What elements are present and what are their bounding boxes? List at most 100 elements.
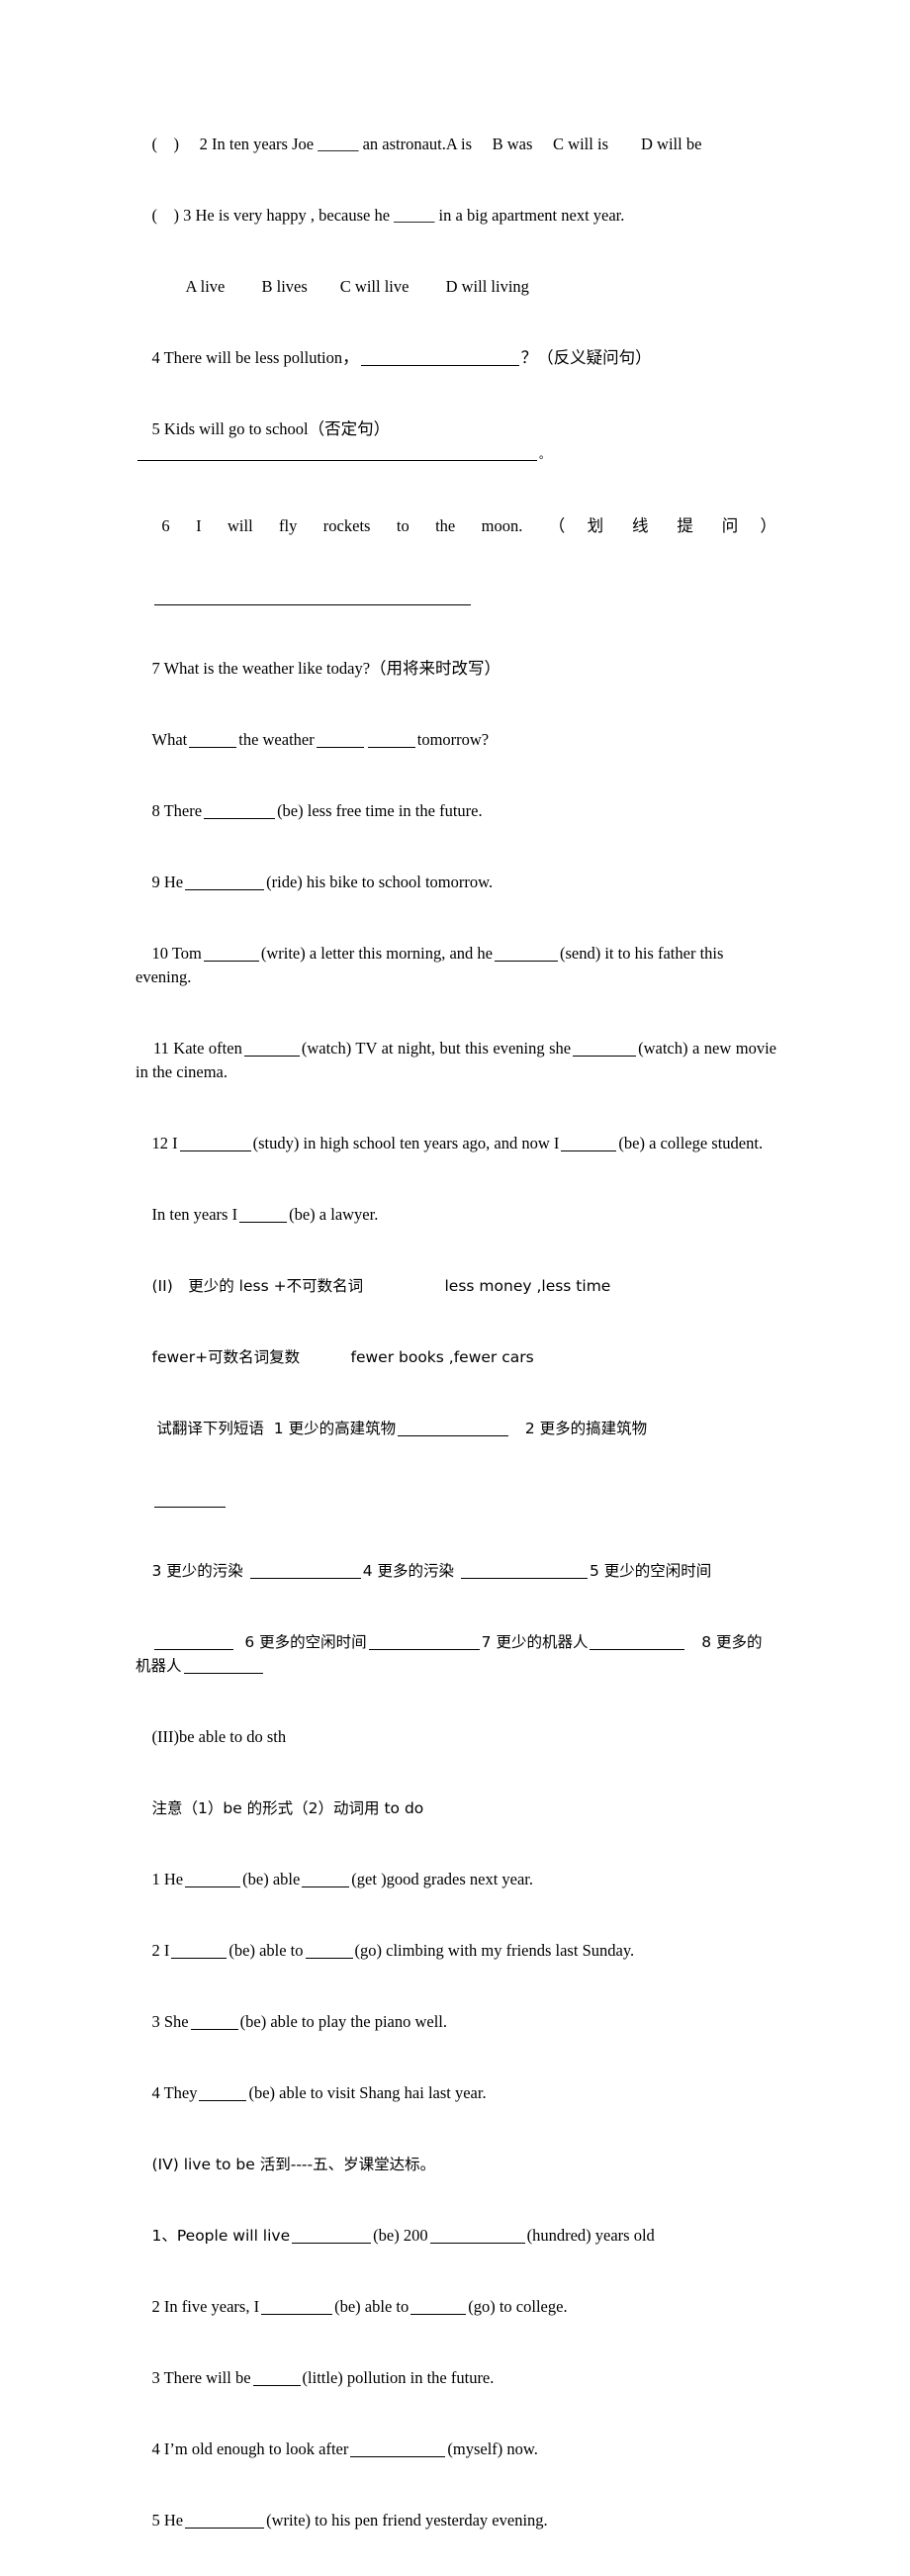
answer-blank[interactable] [153, 1494, 226, 1508]
answer-blank[interactable] [573, 1043, 637, 1057]
answer-blank[interactable] [261, 2301, 333, 2315]
question-7-text: 7 What is the weather like today?（用将来时改写… [151, 659, 501, 678]
question-6-line: 6 I will fly rockets to the moon. （ 划 线 … [136, 491, 776, 562]
question-4-line: 4 There will be less pollution， ？（反义疑问句） [136, 322, 776, 394]
answer-blank[interactable] [171, 1945, 228, 1959]
translate-item-7-label: 7 更少的机器人 [481, 1633, 589, 1651]
answer-blank[interactable] [190, 2016, 238, 2030]
answer-blank[interactable] [302, 1874, 350, 1887]
answer-blank[interactable] [292, 2230, 372, 2244]
question-3-options: A live B lives C will live D will living [136, 251, 776, 322]
answer-blank[interactable] [243, 1043, 300, 1057]
question-2-line: ( ) 2 In ten years Joe _____ an astronau… [136, 109, 776, 180]
answer-blank[interactable] [429, 2230, 525, 2244]
question-9-line: 9 He (ride) his bike to school tomorrow. [136, 847, 776, 918]
question-12-c: (be) a college student. [618, 1134, 764, 1152]
translate-item-4-label: 4 更多的污染 [362, 1562, 459, 1580]
answer-blank[interactable] [179, 1138, 251, 1151]
s3-q3-b: (be) able to play the piano well. [239, 2012, 448, 2031]
answer-blank[interactable] [460, 1565, 588, 1579]
s4-q1-c: (hundred) years old [526, 2226, 655, 2245]
answer-blank[interactable] [153, 592, 471, 605]
question-7-c: tomorrow? [416, 730, 490, 749]
answer-blank[interactable] [350, 2443, 446, 2457]
s3-question-1-line: 1 He (be) able (get )good grades next year… [136, 1844, 776, 1915]
answer-blank[interactable] [494, 948, 558, 962]
s3-question-2-line: 2 I (be) able to (go) climbing with my fri… [136, 1915, 776, 1986]
answer-blank[interactable] [189, 734, 237, 748]
question-8-a: 8 There [151, 801, 203, 820]
question-10-a: 10 Tom [151, 944, 202, 963]
section-2-subheading: fewer+可数名词复数 fewer books ,fewer cars [136, 1322, 776, 1393]
s4-q3-a: 3 There will be [151, 2368, 251, 2387]
question-10-line: 10 Tom (write) a letter this morning, and… [136, 918, 776, 1013]
s4-q2-b: (be) able to [334, 2297, 410, 2316]
translate-line-345: 3 更少的污染 4 更多的污染 5 更少的空闲时间 [136, 1535, 776, 1607]
answer-blank[interactable] [183, 1660, 263, 1674]
s3-q1-c: (get )good grades next year. [351, 1870, 534, 1888]
answer-blank[interactable] [239, 1209, 288, 1223]
question-12-a: 12 I [151, 1134, 178, 1152]
s3-q3-a: 3 She [151, 2012, 189, 2031]
s3-q2-c: (go) climbing with my friends last Sunda… [354, 1941, 635, 1960]
question-extra-line: In ten years I (be) a lawyer. [136, 1179, 776, 1250]
question-3-text: ( ) 3 He is very happy , because he ____… [151, 206, 625, 225]
s3-q4-a: 4 They [151, 2083, 198, 2102]
answer-blank[interactable] [252, 2372, 301, 2386]
question-extra-a: In ten years I [151, 1205, 238, 1224]
answer-blank[interactable] [185, 876, 265, 890]
s4-q3-b: (little) pollution in the future. [302, 2368, 495, 2387]
translate-item-3-label: 3 更少的污染 [151, 1562, 248, 1580]
question-9-a: 9 He [151, 873, 184, 891]
answer-blank[interactable] [367, 734, 415, 748]
translate-line-678: 6 更多的空闲时间 7 更少的机器人 8 更多的机器人 [136, 1607, 776, 1702]
question-5-line: 5 Kids will go to school（否定句） 。 [136, 394, 776, 491]
s4-question-4-line: 4 I’m old enough to look after (myself) n… [136, 2414, 776, 2485]
question-10-b: (write) a letter this morning, and he [260, 944, 493, 963]
section-3-note-text: 注意（1）be 的形式（2）动词用 to do [151, 1799, 424, 1817]
s3-q1-b: (be) able [242, 1870, 301, 1888]
question-3-options-text: A live B lives C will live D will living [185, 277, 529, 296]
section-3-heading: (III)be able to do sth [136, 1702, 776, 1773]
translate-instruction-line: 试翻译下列短语 1 更少的高建筑物 2 更多的搞建筑物 [136, 1393, 776, 1464]
s3-q4-b: (be) able to visit Shang hai last year. [248, 2083, 487, 2102]
answer-blank[interactable] [203, 948, 259, 962]
question-8-b: (be) less free time in the future. [277, 801, 483, 820]
section-3-heading-text: (III)be able to do sth [151, 1727, 287, 1746]
question-extra-b: (be) a lawyer. [289, 1205, 379, 1224]
question-12-line: 12 I (study) in high school ten years ago… [136, 1108, 776, 1179]
s4-question-6-line: 6 We’ ll try(learn ) English well. [136, 2556, 776, 2576]
question-7-line: 7 What is the weather like today?（用将来时改写… [136, 633, 776, 704]
answer-blank[interactable] [316, 734, 364, 748]
s4-q4-b: (myself) now. [447, 2439, 538, 2458]
answer-blank[interactable] [153, 1636, 233, 1650]
answer-blank[interactable] [360, 352, 519, 366]
answer-blank[interactable] [185, 2515, 265, 2529]
answer-blank[interactable] [137, 447, 537, 461]
answer-blank[interactable] [590, 1636, 685, 1650]
answer-blank[interactable] [398, 1423, 509, 1436]
answer-blank[interactable] [199, 2087, 247, 2101]
translate-instruction-text: 试翻译下列短语 1 更少的高建筑物 [151, 1420, 397, 1437]
s3-question-4-line: 4 They (be) able to visit Shang hai last … [136, 2058, 776, 2129]
s4-q4-a: 4 I’m old enough to look after [151, 2439, 349, 2458]
s4-q2-c: (go) to college. [468, 2297, 568, 2316]
translate-item-5-label: 5 更少的空闲时间 [589, 1562, 712, 1580]
question-7-b: the weather [238, 730, 315, 749]
question-9-b: (ride) his bike to school tomorrow. [266, 873, 494, 891]
question-3-line: ( ) 3 He is very happy , because he ____… [136, 180, 776, 251]
answer-blank[interactable] [561, 1138, 617, 1151]
answer-blank[interactable] [185, 1874, 241, 1887]
answer-blank[interactable] [305, 1945, 353, 1959]
s4-q2-a: 2 In five years, I [151, 2297, 260, 2316]
answer-blank[interactable] [249, 1565, 361, 1579]
s4-question-3-line: 3 There will be (little) pollution in the… [136, 2343, 776, 2414]
question-4-suffix: ？（反义疑问句） [520, 348, 652, 367]
answer-blank[interactable] [204, 805, 276, 819]
answer-blank[interactable] [410, 2301, 467, 2315]
s3-q2-b: (be) able to [228, 1941, 304, 1960]
s4-question-2-line: 2 In five years, I (be) able to (go) to co… [136, 2271, 776, 2343]
answer-blank[interactable] [368, 1636, 480, 1650]
question-7-answer-line: What the weather tomorrow? [136, 704, 776, 776]
question-8-line: 8 There (be) less free time in the future… [136, 776, 776, 847]
